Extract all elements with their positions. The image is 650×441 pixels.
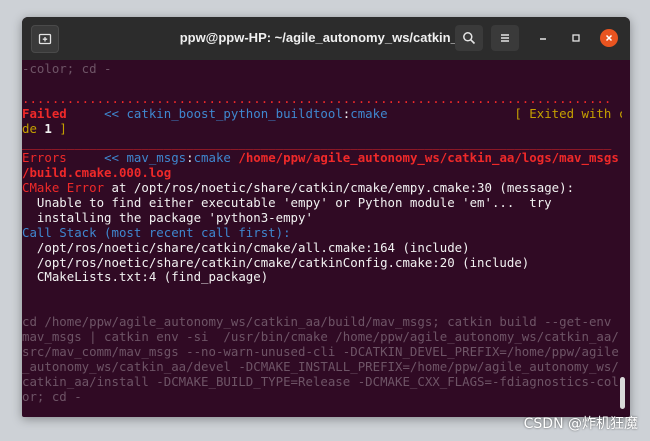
minimize-icon xyxy=(540,38,546,40)
terminal-line: _autonomy_ws/catkin_aa/devel -DCMAKE_INS… xyxy=(22,359,619,374)
package-name: << mav_msgs xyxy=(66,151,187,166)
exit-status: [ Exited with co xyxy=(387,106,622,121)
cmake-error-line: CMake Error at /opt/ros/noetic/share/cat… xyxy=(22,181,622,196)
terminal-line: /opt/ros/noetic/share/catkin/cmake/all.c… xyxy=(22,240,470,255)
title-bar: ppw@ppw-HP: ~/agile_autonomy_ws/catkin_a… xyxy=(22,17,630,60)
terminal-line: ________________________________________… xyxy=(22,136,612,151)
stage-name: cmake xyxy=(193,151,231,166)
terminal-line: Unable to find either executable 'empy' … xyxy=(22,196,552,211)
exit-status-cont: de xyxy=(22,121,45,136)
log-path-cont: /build.cmake.000.log xyxy=(22,166,172,181)
package-name: << catkin_boost_python_buildtool xyxy=(66,106,343,121)
maximize-button[interactable] xyxy=(567,29,585,47)
search-button[interactable] xyxy=(455,25,483,51)
terminal-line: -color; cd - xyxy=(22,62,112,76)
exit-bracket: ] xyxy=(51,121,67,136)
terminal-line: cd /home/ppw/agile_autonomy_ws/catkin_aa… xyxy=(22,315,612,330)
close-button[interactable] xyxy=(600,29,618,47)
menu-button[interactable] xyxy=(491,25,519,51)
call-stack-header: Call Stack (most recent call first): xyxy=(22,225,291,240)
terminal-output[interactable]: -color; cd - ...........................… xyxy=(22,60,630,417)
scrollbar-thumb[interactable] xyxy=(620,377,625,409)
errors-line: Errors << mav_msgs:cmake /home/ppw/agile… xyxy=(22,151,622,166)
errors-label: Errors xyxy=(22,151,67,166)
separator: : xyxy=(186,151,194,166)
search-icon xyxy=(463,32,476,45)
stage-name: cmake xyxy=(350,106,388,121)
terminal-line: installing the package 'python3-empy' xyxy=(22,210,313,225)
cmake-error-label: CMake Error xyxy=(22,181,105,196)
watermark-text: CSDN @炸机狂魔 xyxy=(523,416,638,432)
exit-code: 1 xyxy=(44,121,52,136)
minimize-button[interactable] xyxy=(534,29,552,47)
failed-label: Failed xyxy=(22,106,67,121)
close-icon xyxy=(605,34,613,42)
hamburger-menu-icon xyxy=(501,34,509,42)
maximize-icon xyxy=(572,34,580,42)
terminal-line: src/mav_comm/mav_msgs --no-warn-unused-c… xyxy=(22,344,619,359)
terminal-line: or; cd - xyxy=(22,389,82,404)
cmake-error-text: at /opt/ros/noetic/share/catkin/cmake/em… xyxy=(104,181,575,196)
terminal-line: CMakeLists.txt:4 (find_package) xyxy=(22,270,269,285)
terminal-window: ppw@ppw-HP: ~/agile_autonomy_ws/catkin_a… xyxy=(22,17,630,417)
terminal-line: catkin_aa/install -DCMAKE_BUILD_TYPE=Rel… xyxy=(22,374,619,389)
failed-line-cont: de 1 ] xyxy=(22,122,622,137)
terminal-line: /opt/ros/noetic/share/catkin/cmake/catki… xyxy=(22,255,530,270)
terminal-line: mav_msgs | catkin env -si /usr/bin/cmake… xyxy=(22,330,619,345)
failed-line: Failed << catkin_boost_python_buildtool:… xyxy=(22,107,622,122)
terminal-line: ........................................… xyxy=(22,91,612,106)
log-path: /home/ppw/agile_autonomy_ws/catkin_aa/lo… xyxy=(230,151,619,166)
